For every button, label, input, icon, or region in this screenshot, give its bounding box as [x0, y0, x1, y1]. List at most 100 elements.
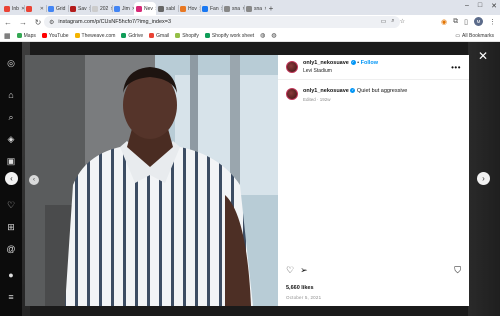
instagram-logo-icon[interactable]: ◎	[6, 58, 16, 68]
photo-previous-icon[interactable]: ‹	[29, 175, 39, 185]
tab-label: sna	[232, 5, 241, 12]
tab-label: sna	[254, 5, 263, 12]
bookmark-item[interactable]: Maps	[16, 33, 36, 39]
like-heart-icon[interactable]: ♡	[286, 265, 294, 276]
new-tab-icon[interactable]: +	[266, 2, 276, 15]
browser-tab[interactable]: sna✕	[244, 2, 266, 15]
tab-favicon-icon	[224, 5, 230, 12]
browser-tools: ◉ ⧉ ▯ M ⋮	[441, 17, 496, 26]
explore-icon[interactable]: ◈	[6, 134, 16, 144]
save-bookmark-icon[interactable]: ⛉	[454, 265, 461, 276]
post-header: only1_nekosuave ✓ • Follow Levi Stadium …	[278, 55, 469, 80]
browser-tab[interactable]: Hov✕	[178, 2, 200, 15]
omnibox[interactable]: ⚙ instagram.com/p/CUsNF5hcfo7/?img_index…	[44, 16, 400, 28]
bookmark-item[interactable]: Shopify	[175, 33, 199, 39]
bookmark-label: Theweave.com	[81, 32, 116, 39]
back-icon[interactable]: ←	[4, 18, 12, 27]
forward-icon[interactable]: →	[19, 18, 27, 27]
post-location[interactable]: Levi Stadium	[303, 68, 378, 74]
author-username[interactable]: only1_nekosuave	[303, 61, 349, 67]
bookmark-item[interactable]: Gmail	[149, 33, 169, 39]
bookmark-label: YouTube	[48, 32, 69, 39]
bookmark-item[interactable]: Gdrive	[121, 33, 143, 39]
tab-close-icon[interactable]: ✕	[264, 6, 266, 12]
caption-comment: only1_nekosuave ✓ Quiet but aggressive E…	[278, 80, 469, 102]
tab-favicon-icon	[202, 5, 208, 12]
browser-tab[interactable]: Sav✕	[68, 2, 90, 15]
notifications-heart-icon[interactable]: ♡	[6, 200, 16, 210]
post-side-panel: only1_nekosuave ✓ • Follow Levi Stadium …	[278, 55, 469, 306]
extensions-puzzle-icon[interactable]: ⧉	[453, 18, 458, 26]
more-options-icon[interactable]: •••	[451, 63, 461, 72]
browser-tab[interactable]: Jim ✕	[112, 2, 134, 15]
browser-tab[interactable]: 202✕	[90, 2, 112, 15]
url-text[interactable]: instagram.com/p/CUsNF5hcfo7/?img_index=3	[58, 19, 171, 25]
bookmark-star-icon[interactable]: ☆	[400, 18, 405, 25]
caption-avatar[interactable]	[286, 88, 298, 100]
tab-favicon-icon	[48, 5, 54, 12]
extension-icon[interactable]: ◉	[441, 18, 447, 26]
search-icon[interactable]: ⌕	[6, 112, 16, 122]
profile-icon[interactable]: ●	[6, 270, 16, 280]
author-avatar[interactable]	[286, 61, 298, 73]
tab-favicon-icon	[136, 5, 142, 12]
browser-tab[interactable]: Fan✕	[200, 2, 222, 15]
bookmark-item[interactable]: Theweave.com	[74, 32, 116, 39]
minimize-icon[interactable]: –	[465, 2, 469, 10]
browser-tab[interactable]: Inb ✕	[2, 2, 24, 15]
browser-tab[interactable]: Grid✕	[46, 2, 68, 15]
edited-age: 192w	[319, 97, 331, 102]
tab-favicon-icon	[26, 5, 32, 12]
folder-icon: ▭	[455, 33, 461, 39]
post-date: October 5, 2021	[286, 295, 322, 300]
tab-favicon-icon	[114, 5, 120, 12]
reload-icon[interactable]: ↻	[34, 18, 42, 27]
tab-favicon-icon	[70, 5, 76, 12]
tab-close-icon[interactable]: ✕	[40, 6, 44, 12]
verified-badge-icon: ✓	[350, 60, 356, 66]
more-menu-icon[interactable]: ≡	[6, 292, 16, 302]
omnibox-actions: ▭ ⌕ ☆	[381, 18, 405, 25]
browser-tab[interactable]: ✕	[24, 2, 46, 15]
create-icon[interactable]: ⊞	[6, 222, 16, 232]
caption-username[interactable]: only1_nekosuave	[303, 88, 349, 94]
maximize-icon[interactable]: □	[478, 2, 482, 10]
browser-tab[interactable]: Nev✕	[134, 2, 156, 15]
post-modal: ‹ only1_nekosuave ✓ • Follow Levi Stadiu…	[25, 55, 469, 306]
close-window-icon[interactable]: ✕	[491, 2, 497, 10]
tab-label: Fan	[210, 5, 219, 12]
bookmark-label: Gmail	[156, 32, 170, 39]
profile-avatar[interactable]: M	[474, 17, 483, 26]
bookmark-favicon-icon	[149, 33, 155, 38]
menu-icon[interactable]: ⋮	[489, 18, 496, 26]
post-photo: ‹	[25, 55, 278, 306]
window-controls: – □ ✕	[465, 2, 497, 10]
threads-icon[interactable]: @	[6, 244, 16, 254]
bookmark-item[interactable]: Shopify work sheet	[204, 33, 254, 39]
tab-favicon-icon	[92, 5, 98, 12]
bookmarks-bar: ▦ Maps YouTube Theweave.com Gdrive Gmail Shop…	[0, 30, 500, 42]
previous-post-icon[interactable]: ‹	[5, 172, 18, 185]
globe-icon[interactable]: ◍	[271, 32, 276, 39]
bookmark-item[interactable]: YouTube	[41, 32, 69, 39]
share-icon[interactable]: ➢	[300, 265, 308, 276]
follow-button[interactable]: Follow	[361, 61, 378, 67]
browser-tab[interactable]: sna✕	[222, 2, 244, 15]
zoom-icon[interactable]: ⌕	[391, 18, 394, 25]
post-actions: ♡ ➢	[286, 265, 308, 276]
likes-count[interactable]: 5,660 likes	[286, 285, 314, 291]
home-icon[interactable]: ⌂	[6, 90, 16, 100]
close-icon[interactable]: ✕	[478, 50, 488, 62]
next-post-icon[interactable]: ›	[477, 172, 490, 185]
cast-icon[interactable]: ▭	[381, 18, 387, 25]
globe-icon[interactable]: ◍	[260, 32, 265, 39]
browser-tab[interactable]: sabl✕	[156, 2, 178, 15]
edited-label: Edited	[303, 97, 316, 102]
site-info-icon[interactable]: ⚙	[49, 19, 54, 26]
tab-label: 202	[100, 5, 109, 12]
all-bookmarks[interactable]: ▭ All Bookmarks	[455, 33, 494, 39]
reels-icon[interactable]: ▣	[6, 156, 16, 166]
tab-strip: Inb✕✕Grid✕Sav✕202✕Jim✕Nev✕sabl✕Hov✕Fan✕s…	[0, 0, 500, 15]
sidebar-icon[interactable]: ▯	[464, 18, 468, 26]
apps-grid-icon[interactable]: ▦	[4, 32, 11, 40]
